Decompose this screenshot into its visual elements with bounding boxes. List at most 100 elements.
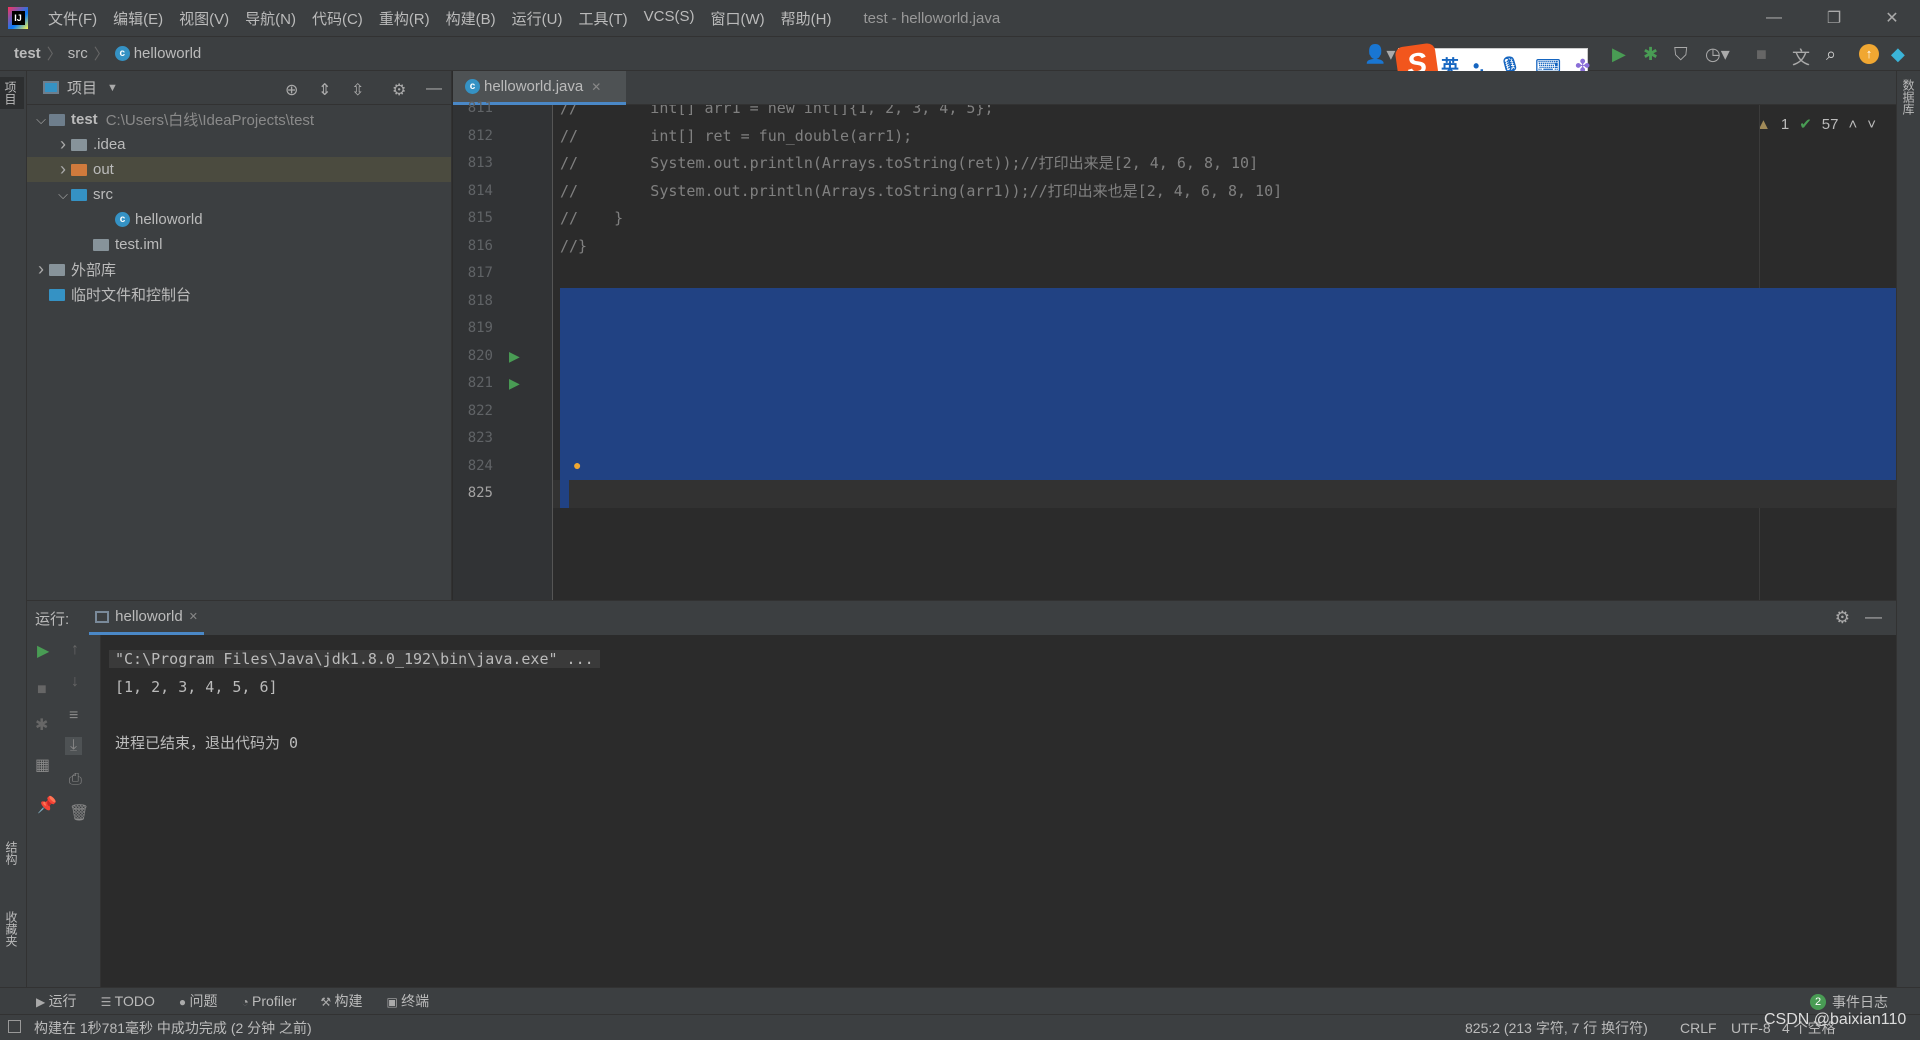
soft-wrap-icon[interactable]: ≡ bbox=[69, 707, 78, 725]
menu-item[interactable]: 重构(R) bbox=[371, 8, 438, 29]
tree-item-临时文件和控制台[interactable]: 临时文件和控制台 bbox=[27, 282, 451, 307]
project-panel-title[interactable]: 项目 bbox=[67, 77, 97, 98]
chevron-down-icon[interactable]: ⌵ bbox=[33, 112, 49, 128]
chevron-down-icon[interactable]: ▼ bbox=[107, 82, 118, 94]
tool-TODO[interactable]: ☰ TODO bbox=[101, 993, 155, 1009]
tool-运行[interactable]: ▶ 运行 bbox=[36, 991, 77, 1011]
caret-position[interactable]: 825:2 (213 字符, 7 行 换行符) bbox=[1465, 1018, 1648, 1038]
code-token: //} bbox=[560, 236, 588, 255]
profiler-icon[interactable]: ◷▾ bbox=[1705, 44, 1730, 65]
scratch-icon bbox=[49, 288, 65, 301]
arrow-down-icon[interactable]: ↓ bbox=[71, 673, 79, 691]
arrow-up-icon[interactable]: ↑ bbox=[71, 641, 79, 659]
menu-item[interactable]: 帮助(H) bbox=[773, 8, 840, 29]
tool-问题[interactable]: ● 问题 bbox=[179, 991, 218, 1011]
code-token: // System.out.println(Arrays.toString(re… bbox=[560, 154, 1259, 172]
tree-item-外部库[interactable]: › 外部库 bbox=[27, 257, 451, 282]
panel-toggle-icon[interactable] bbox=[8, 1020, 21, 1033]
menu-item[interactable]: VCS(S) bbox=[636, 8, 703, 29]
hide-icon[interactable]: — bbox=[426, 80, 442, 98]
chevron-down-icon[interactable]: ⌵ bbox=[55, 187, 71, 203]
tree-item-out[interactable]: › out bbox=[27, 157, 451, 182]
tree-item-label: 临时文件和控制台 bbox=[71, 287, 192, 304]
chevron-right-icon[interactable]: › bbox=[55, 134, 71, 155]
menu-item[interactable]: 代码(C) bbox=[304, 8, 371, 29]
breadcrumb-src[interactable]: src bbox=[68, 45, 88, 62]
tree-item-.idea[interactable]: › .idea bbox=[27, 132, 451, 157]
tool-构建[interactable]: ⚒ 构建 bbox=[320, 991, 362, 1011]
project-tool-tab[interactable]: 项目 bbox=[0, 77, 24, 109]
close-tab-icon[interactable]: ✕ bbox=[591, 80, 601, 94]
structure-tool-tab[interactable]: 结构 bbox=[3, 841, 20, 865]
run-icon[interactable]: ▶ bbox=[1612, 44, 1626, 65]
tree-item-test.iml[interactable]: test.iml bbox=[27, 232, 451, 257]
tool-Profiler[interactable]: ◔ Profiler bbox=[241, 993, 296, 1009]
breadcrumb-test[interactable]: test bbox=[14, 45, 41, 62]
coverage-icon[interactable]: ⛉ bbox=[1674, 44, 1688, 65]
expand-all-icon[interactable]: ⇕ bbox=[318, 80, 331, 100]
tool-终端[interactable]: ▣ 终端 bbox=[387, 991, 430, 1011]
stop-icon[interactable]: ■ bbox=[37, 681, 47, 699]
pin-icon[interactable]: 📌 bbox=[37, 795, 57, 815]
event-count-badge: 2 bbox=[1810, 994, 1826, 1010]
restore-button[interactable]: ❐ bbox=[1806, 0, 1862, 36]
menu-item[interactable]: 视图(V) bbox=[171, 8, 237, 29]
translate-icon[interactable]: 文 bbox=[1792, 44, 1810, 70]
scroll-to-end-icon[interactable]: ⤓ bbox=[65, 737, 83, 755]
menu-item[interactable]: 窗口(W) bbox=[702, 8, 772, 29]
event-log-button[interactable]: 2 事件日志 bbox=[1810, 992, 1888, 1012]
run-gutter-icon[interactable]: ▶ bbox=[509, 375, 520, 392]
menu-item[interactable]: 工具(T) bbox=[570, 8, 635, 29]
line-separator[interactable]: CRLF bbox=[1680, 1020, 1717, 1036]
debug-icon[interactable]: ✱ bbox=[1643, 44, 1658, 65]
tree-item-src[interactable]: ⌵ src bbox=[27, 182, 451, 207]
database-tool-tab[interactable]: 数据库 bbox=[1900, 79, 1917, 115]
user-icon[interactable]: 👤▾ bbox=[1364, 44, 1395, 65]
status-bar: 构建在 1秒781毫秒 中成功完成 (2 分钟 之前) 825:2 (213 字… bbox=[0, 1011, 1920, 1040]
line-number: 820 bbox=[467, 347, 493, 364]
tree-item-test[interactable]: ⌵ test C:\Users\白线\IdeaProjects\test bbox=[27, 107, 451, 132]
close-window-button[interactable]: ✕ bbox=[1864, 0, 1920, 36]
gear-icon[interactable]: ⚙ bbox=[1835, 608, 1850, 628]
gear-icon[interactable]: ⚙ bbox=[392, 80, 406, 100]
line-number: 813 bbox=[467, 155, 493, 171]
menu-item[interactable]: 构建(B) bbox=[438, 8, 504, 29]
run-toolbar: ▶ ■ ✱ ▦ 📌 ↑ ↓ ≡ ⤓ ⎙ 🗑 bbox=[27, 635, 101, 988]
run-tab-helloworld[interactable]: helloworld ✕ bbox=[89, 601, 204, 635]
rerun-icon[interactable]: ▶ bbox=[37, 641, 49, 661]
hide-icon[interactable]: — bbox=[1865, 607, 1882, 627]
tool-label: TODO bbox=[114, 993, 155, 1009]
menu-item[interactable]: 编辑(E) bbox=[105, 8, 171, 29]
debug-icon[interactable]: ✱ bbox=[35, 715, 48, 735]
locate-icon[interactable]: ⊕ bbox=[285, 80, 298, 100]
chevron-down-icon[interactable]: ˅ bbox=[1867, 116, 1876, 133]
breadcrumb-helloworld[interactable]: helloworld bbox=[134, 45, 202, 62]
tool-label: 终端 bbox=[401, 993, 430, 1009]
excluded-folder-icon bbox=[71, 163, 87, 176]
update-icon[interactable]: ↑ bbox=[1859, 44, 1879, 64]
menu-item[interactable]: 文件(F) bbox=[40, 8, 105, 29]
collapse-all-icon[interactable]: ⇳ bbox=[351, 80, 364, 100]
run-gutter-icon[interactable]: ▶ bbox=[509, 348, 520, 365]
intention-bulb-icon[interactable]: ● bbox=[573, 457, 581, 473]
print-icon[interactable]: ⎙ bbox=[69, 771, 82, 789]
stop-icon[interactable]: ■ bbox=[1756, 44, 1767, 65]
line-number: 814 bbox=[467, 182, 493, 199]
minimize-button[interactable]: — bbox=[1746, 0, 1802, 36]
toolbox-icon[interactable]: ◆ bbox=[1891, 44, 1905, 65]
line-number: 812 bbox=[467, 127, 493, 144]
close-tab-icon[interactable]: ✕ bbox=[189, 610, 198, 623]
favorites-tool-tab[interactable]: 收藏夹 bbox=[3, 911, 20, 947]
trash-icon[interactable]: 🗑 bbox=[69, 803, 89, 823]
inspection-widget[interactable]: ▲ 1 ✔ 57 ˄ ˅ bbox=[1756, 115, 1876, 134]
search-icon[interactable]: ⌕ bbox=[1826, 44, 1836, 65]
chevron-right-icon[interactable]: › bbox=[33, 259, 49, 280]
tree-item-label: test bbox=[71, 111, 98, 128]
chevron-up-icon[interactable]: ˄ bbox=[1848, 116, 1857, 133]
chevron-right-icon[interactable]: › bbox=[55, 159, 71, 180]
tree-item-helloworld[interactable]: c helloworld bbox=[27, 207, 451, 232]
editor-tab-bar: c helloworld.java ✕ bbox=[453, 71, 1896, 105]
menu-item[interactable]: 运行(U) bbox=[504, 8, 571, 29]
layout-icon[interactable]: ▦ bbox=[35, 755, 50, 775]
menu-item[interactable]: 导航(N) bbox=[237, 8, 304, 29]
